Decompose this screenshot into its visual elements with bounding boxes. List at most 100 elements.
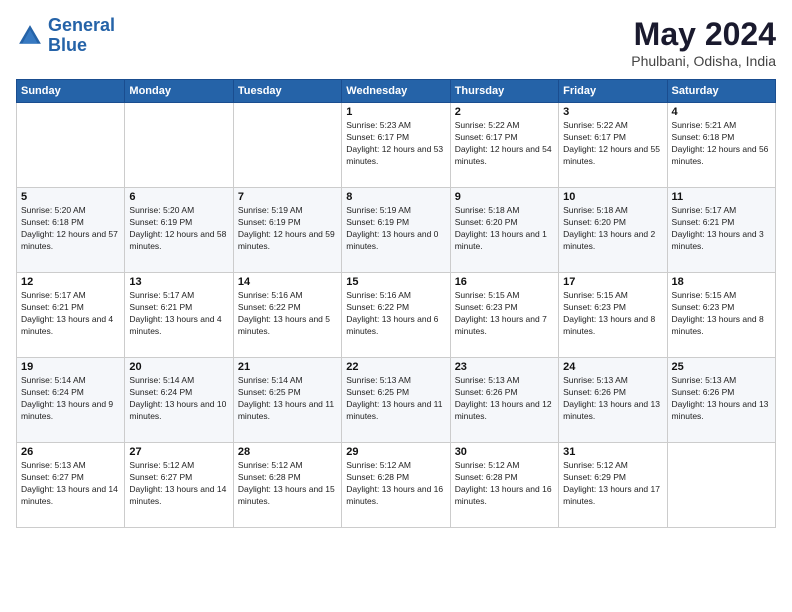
day-cell: 15 Sunrise: 5:16 AMSunset: 6:22 PMDaylig… [342,273,450,358]
day-number: 15 [346,276,445,288]
logo-line2: Blue [48,35,87,55]
day-number: 19 [21,361,120,373]
day-number: 22 [346,361,445,373]
day-number: 31 [563,446,662,458]
col-monday: Monday [125,80,233,103]
logo-line1: General [48,15,115,35]
day-cell: 23 Sunrise: 5:13 AMSunset: 6:26 PMDaylig… [450,358,558,443]
week-row-5: 26 Sunrise: 5:13 AMSunset: 6:27 PMDaylig… [17,443,776,528]
day-info: Sunrise: 5:17 AMSunset: 6:21 PMDaylight:… [672,205,771,253]
day-number: 29 [346,446,445,458]
day-info: Sunrise: 5:13 AMSunset: 6:26 PMDaylight:… [455,375,554,423]
day-info: Sunrise: 5:12 AMSunset: 6:27 PMDaylight:… [129,460,228,508]
col-thursday: Thursday [450,80,558,103]
day-cell: 30 Sunrise: 5:12 AMSunset: 6:28 PMDaylig… [450,443,558,528]
day-number: 21 [238,361,337,373]
day-number: 26 [21,446,120,458]
logo-text: General Blue [48,16,115,56]
day-number: 5 [21,191,120,203]
day-info: Sunrise: 5:14 AMSunset: 6:24 PMDaylight:… [129,375,228,423]
day-cell: 25 Sunrise: 5:13 AMSunset: 6:26 PMDaylig… [667,358,775,443]
day-cell: 17 Sunrise: 5:15 AMSunset: 6:23 PMDaylig… [559,273,667,358]
day-info: Sunrise: 5:20 AMSunset: 6:18 PMDaylight:… [21,205,120,253]
day-number: 6 [129,191,228,203]
day-cell: 28 Sunrise: 5:12 AMSunset: 6:28 PMDaylig… [233,443,341,528]
day-cell: 8 Sunrise: 5:19 AMSunset: 6:19 PMDayligh… [342,188,450,273]
day-cell: 2 Sunrise: 5:22 AMSunset: 6:17 PMDayligh… [450,103,558,188]
logo: General Blue [16,16,115,56]
week-row-1: 1 Sunrise: 5:23 AMSunset: 6:17 PMDayligh… [17,103,776,188]
day-number: 14 [238,276,337,288]
day-number: 4 [672,106,771,118]
day-cell: 11 Sunrise: 5:17 AMSunset: 6:21 PMDaylig… [667,188,775,273]
day-number: 2 [455,106,554,118]
day-cell: 3 Sunrise: 5:22 AMSunset: 6:17 PMDayligh… [559,103,667,188]
day-cell: 1 Sunrise: 5:23 AMSunset: 6:17 PMDayligh… [342,103,450,188]
day-info: Sunrise: 5:19 AMSunset: 6:19 PMDaylight:… [238,205,337,253]
day-cell: 24 Sunrise: 5:13 AMSunset: 6:26 PMDaylig… [559,358,667,443]
day-info: Sunrise: 5:12 AMSunset: 6:28 PMDaylight:… [455,460,554,508]
col-sunday: Sunday [17,80,125,103]
day-cell: 22 Sunrise: 5:13 AMSunset: 6:25 PMDaylig… [342,358,450,443]
day-info: Sunrise: 5:17 AMSunset: 6:21 PMDaylight:… [129,290,228,338]
day-cell [667,443,775,528]
day-cell [17,103,125,188]
day-info: Sunrise: 5:13 AMSunset: 6:25 PMDaylight:… [346,375,445,423]
day-info: Sunrise: 5:12 AMSunset: 6:28 PMDaylight:… [346,460,445,508]
day-cell: 14 Sunrise: 5:16 AMSunset: 6:22 PMDaylig… [233,273,341,358]
month-title: May 2024 [631,16,776,53]
day-info: Sunrise: 5:18 AMSunset: 6:20 PMDaylight:… [455,205,554,253]
day-cell: 16 Sunrise: 5:15 AMSunset: 6:23 PMDaylig… [450,273,558,358]
day-number: 11 [672,191,771,203]
day-number: 24 [563,361,662,373]
day-number: 23 [455,361,554,373]
header: General Blue May 2024 Phulbani, Odisha, … [16,16,776,69]
location: Phulbani, Odisha, India [631,53,776,69]
day-cell: 31 Sunrise: 5:12 AMSunset: 6:29 PMDaylig… [559,443,667,528]
day-info: Sunrise: 5:19 AMSunset: 6:19 PMDaylight:… [346,205,445,253]
day-number: 7 [238,191,337,203]
day-cell: 19 Sunrise: 5:14 AMSunset: 6:24 PMDaylig… [17,358,125,443]
day-number: 17 [563,276,662,288]
col-friday: Friday [559,80,667,103]
day-info: Sunrise: 5:21 AMSunset: 6:18 PMDaylight:… [672,120,771,168]
week-row-2: 5 Sunrise: 5:20 AMSunset: 6:18 PMDayligh… [17,188,776,273]
day-info: Sunrise: 5:22 AMSunset: 6:17 PMDaylight:… [455,120,554,168]
day-info: Sunrise: 5:14 AMSunset: 6:24 PMDaylight:… [21,375,120,423]
day-cell: 6 Sunrise: 5:20 AMSunset: 6:19 PMDayligh… [125,188,233,273]
day-cell: 9 Sunrise: 5:18 AMSunset: 6:20 PMDayligh… [450,188,558,273]
day-number: 30 [455,446,554,458]
day-number: 10 [563,191,662,203]
day-info: Sunrise: 5:15 AMSunset: 6:23 PMDaylight:… [672,290,771,338]
logo-icon [16,22,44,50]
col-wednesday: Wednesday [342,80,450,103]
day-number: 13 [129,276,228,288]
day-cell: 21 Sunrise: 5:14 AMSunset: 6:25 PMDaylig… [233,358,341,443]
day-number: 3 [563,106,662,118]
day-info: Sunrise: 5:16 AMSunset: 6:22 PMDaylight:… [238,290,337,338]
day-info: Sunrise: 5:18 AMSunset: 6:20 PMDaylight:… [563,205,662,253]
day-cell: 10 Sunrise: 5:18 AMSunset: 6:20 PMDaylig… [559,188,667,273]
day-info: Sunrise: 5:13 AMSunset: 6:27 PMDaylight:… [21,460,120,508]
day-info: Sunrise: 5:13 AMSunset: 6:26 PMDaylight:… [563,375,662,423]
day-number: 16 [455,276,554,288]
day-info: Sunrise: 5:12 AMSunset: 6:29 PMDaylight:… [563,460,662,508]
day-cell: 27 Sunrise: 5:12 AMSunset: 6:27 PMDaylig… [125,443,233,528]
day-info: Sunrise: 5:14 AMSunset: 6:25 PMDaylight:… [238,375,337,423]
day-cell: 4 Sunrise: 5:21 AMSunset: 6:18 PMDayligh… [667,103,775,188]
day-info: Sunrise: 5:16 AMSunset: 6:22 PMDaylight:… [346,290,445,338]
day-number: 8 [346,191,445,203]
col-saturday: Saturday [667,80,775,103]
day-cell [233,103,341,188]
day-info: Sunrise: 5:23 AMSunset: 6:17 PMDaylight:… [346,120,445,168]
day-number: 20 [129,361,228,373]
day-number: 28 [238,446,337,458]
day-info: Sunrise: 5:12 AMSunset: 6:28 PMDaylight:… [238,460,337,508]
day-cell: 12 Sunrise: 5:17 AMSunset: 6:21 PMDaylig… [17,273,125,358]
page: General Blue May 2024 Phulbani, Odisha, … [0,0,792,612]
day-number: 12 [21,276,120,288]
day-cell: 7 Sunrise: 5:19 AMSunset: 6:19 PMDayligh… [233,188,341,273]
day-cell: 26 Sunrise: 5:13 AMSunset: 6:27 PMDaylig… [17,443,125,528]
day-info: Sunrise: 5:17 AMSunset: 6:21 PMDaylight:… [21,290,120,338]
day-cell: 29 Sunrise: 5:12 AMSunset: 6:28 PMDaylig… [342,443,450,528]
